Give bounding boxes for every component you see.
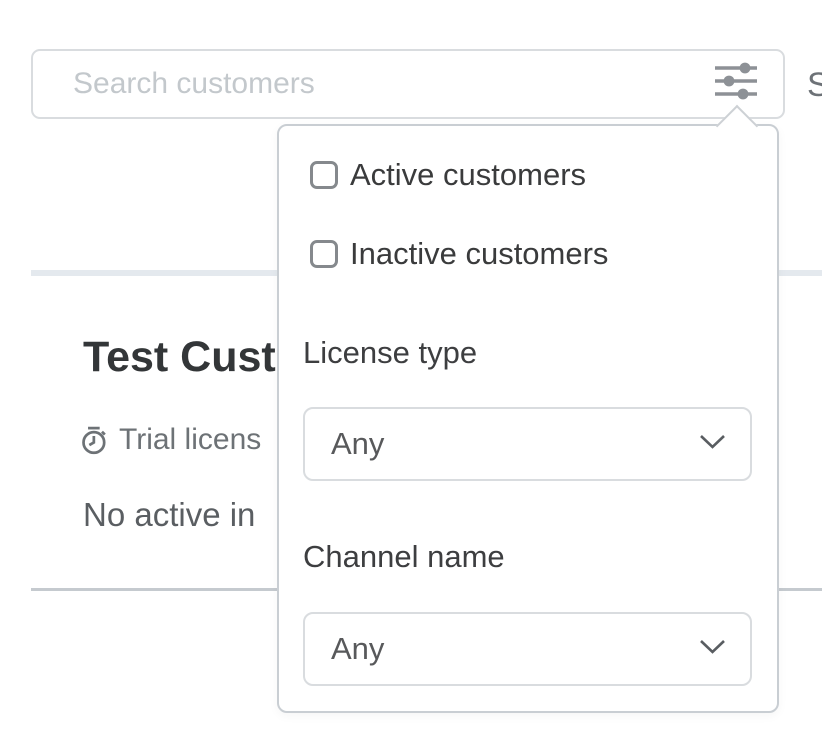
filter-option-active: Active customers [310, 160, 586, 190]
filter-option-inactive: Inactive customers [310, 239, 608, 269]
cutoff-right-text[interactable]: S [807, 66, 822, 105]
checkbox-label: Active customers [350, 157, 586, 193]
sliders-icon [713, 88, 759, 103]
timer-icon [79, 425, 110, 456]
license-row: Trial licens [79, 423, 261, 457]
filter-popover: Active customers Inactive customers Lice… [277, 124, 779, 713]
search-input[interactable] [31, 49, 785, 119]
license-type-select[interactable]: Any [303, 407, 752, 481]
license-text: Trial licens [119, 423, 261, 457]
select-value: Any [331, 426, 699, 462]
chevron-down-icon [699, 434, 726, 455]
select-value: Any [331, 631, 699, 667]
customer-name-heading: Test Cust [83, 336, 276, 379]
license-type-label: License type [303, 336, 477, 370]
channel-name-select[interactable]: Any [303, 612, 752, 686]
channel-name-label: Channel name [303, 540, 505, 574]
filter-button[interactable] [712, 61, 760, 103]
customer-status-text: No active in [83, 496, 255, 534]
chevron-down-icon [699, 639, 726, 660]
checkbox-label: Inactive customers [350, 236, 608, 272]
inactive-customers-checkbox[interactable] [310, 240, 338, 268]
active-customers-checkbox[interactable] [310, 161, 338, 189]
